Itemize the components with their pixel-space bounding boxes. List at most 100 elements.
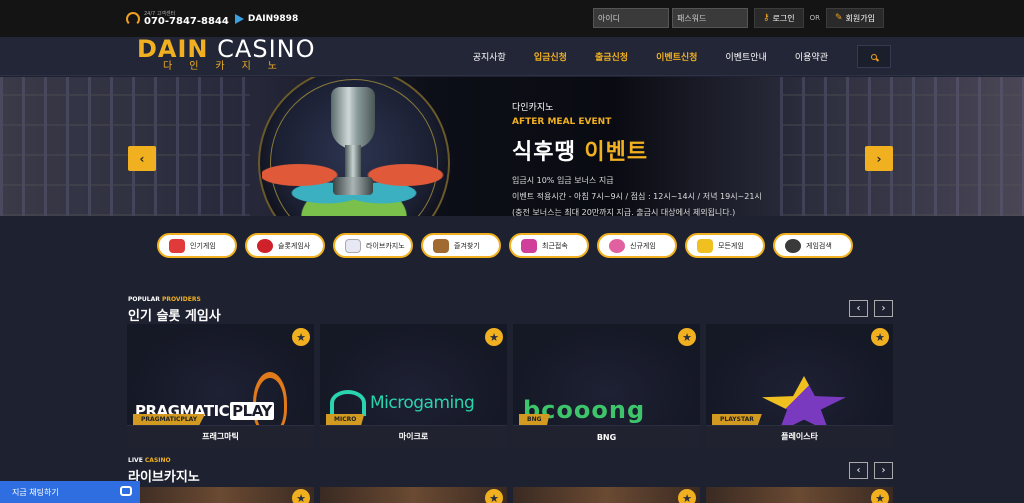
banner-prev-button[interactable]: ‹: [128, 146, 156, 171]
live-cards: ★ ★ ★ ★: [127, 487, 893, 503]
favorite-star-icon[interactable]: ★: [485, 328, 503, 346]
telegram-id: DAIN9898: [247, 14, 299, 24]
category-bar: 인기게임 슬롯게임사 라이브카지노 즐겨찾기 최근접속 신규게임 모든게임 게임…: [157, 233, 853, 258]
live-card[interactable]: ★: [706, 487, 893, 503]
slot-machines-right: [780, 77, 1024, 216]
favorite-star-icon[interactable]: ★: [871, 489, 889, 503]
providers-small-b: PROVIDERS: [161, 296, 201, 303]
favorite-star-icon[interactable]: ★: [678, 328, 696, 346]
provider-card-playstar[interactable]: ★ PLAYSTAR 플레이스타: [706, 324, 893, 449]
telegram-icon: [234, 14, 244, 24]
banner-title: 식후땡 이벤트: [512, 134, 762, 166]
live-arrows: ‹ ›: [849, 462, 893, 479]
phone-number: 070-7847-8844: [144, 15, 229, 27]
search-button[interactable]: [857, 45, 891, 68]
banner-event-name: AFTER MEAL EVENT: [512, 117, 612, 127]
menu-notice[interactable]: 공지사항: [473, 50, 506, 63]
category-recent[interactable]: 최근접속: [509, 233, 589, 258]
providers-heading: POPULAR PROVIDERS 인기 슬롯 게임사: [128, 296, 221, 324]
search-icon: [871, 53, 877, 60]
clock-icon: [521, 238, 537, 253]
main-nav: DAIN CASINO 다인카지노 공지사항 입금신청 출금신청 이벤트신청 이…: [0, 37, 1024, 76]
chat-label: 지금 채팅하기: [12, 487, 59, 497]
live-small-b: CASINO: [144, 457, 171, 464]
logo-subtitle: 다인카지노: [163, 61, 294, 72]
menu-event-info[interactable]: 이벤트안내: [725, 50, 766, 63]
category-live-casino[interactable]: 라이브카지노: [333, 233, 413, 258]
category-slot-providers[interactable]: 슬롯게임사: [245, 233, 325, 258]
category-popular[interactable]: 인기게임: [157, 233, 237, 258]
category-new[interactable]: 신규게임: [597, 233, 677, 258]
microgaming-m-icon: [330, 390, 366, 416]
provider-name: BNG: [596, 433, 617, 442]
live-next-button[interactable]: ›: [874, 462, 893, 479]
chat-bubble-icon: [120, 486, 132, 496]
banner-brand: 다인카지노: [512, 103, 554, 113]
provider-card-pragmatic[interactable]: PRAGMATIC PLAY ★ PRAGMATICPLAY 프래그마틱: [127, 324, 314, 449]
provider-tag: PLAYSTAR: [712, 414, 762, 425]
providers-title: 인기 슬롯 게임사: [128, 309, 221, 324]
favorite-star-icon[interactable]: ★: [485, 489, 503, 503]
favorite-star-icon[interactable]: ★: [292, 489, 310, 503]
menu-deposit[interactable]: 입금신청: [534, 50, 567, 63]
chat-widget[interactable]: 지금 채팅하기: [0, 481, 140, 503]
live-card[interactable]: ★: [513, 487, 700, 503]
menu-event-apply[interactable]: 이벤트신청: [656, 50, 697, 63]
password-input[interactable]: [671, 8, 748, 28]
book-icon: [433, 238, 449, 253]
top-bar: 24/7 고객센터 070-7847-8844 DAIN9898 ⚷ 로그인 O…: [0, 0, 1024, 37]
category-favorites[interactable]: 즐겨찾기: [421, 233, 501, 258]
login-form: ⚷ 로그인 OR ✎ 회원가입: [592, 8, 884, 28]
hot-icon: [169, 238, 185, 253]
cherry-icon: [257, 238, 273, 253]
banner-line-3: (충전 보너스는 최대 20만까지 지급. 출금시 대상에서 제외됩니다.): [512, 208, 736, 217]
provider-name: 플레이스타: [781, 432, 818, 441]
providers-prev-button[interactable]: ‹: [849, 300, 868, 317]
banner-text: 다인카지노 AFTER MEAL EVENT 식후땡 이벤트 입금시 10% 입…: [512, 100, 762, 218]
provider-name: 마이크로: [398, 432, 429, 441]
favorite-star-icon[interactable]: ★: [292, 328, 310, 346]
headset-icon: [126, 12, 140, 26]
slot-machines-left: [0, 77, 250, 216]
live-card[interactable]: ★: [320, 487, 507, 503]
magnifier-icon: [785, 238, 801, 253]
live-prev-button[interactable]: ‹: [849, 462, 868, 479]
contact-info: 24/7 고객센터 070-7847-8844 DAIN9898: [126, 9, 298, 29]
providers-small-a: POPULAR: [128, 296, 160, 303]
logo[interactable]: DAIN CASINO 다인카지노: [137, 37, 316, 72]
banner-title-white: 식후땡: [512, 140, 576, 165]
live-small-a: LIVE: [128, 457, 143, 464]
provider-tag: BNG: [519, 414, 550, 425]
banner-line-1: 입금시 10% 입금 보너스 지급: [512, 176, 614, 185]
provider-name: 프래그마틱: [202, 432, 239, 441]
menu: 공지사항 입금신청 출금신청 이벤트신청 이벤트안내 이용약관: [445, 50, 828, 63]
banner-next-button[interactable]: ›: [865, 146, 893, 171]
pen-icon: ✎: [835, 13, 843, 23]
provider-cards: PRAGMATIC PLAY ★ PRAGMATICPLAY 프래그마틱 Micr…: [127, 324, 893, 449]
candy-icon: [609, 238, 625, 253]
provider-card-bng[interactable]: bcooong ★ BNG BNG: [513, 324, 700, 449]
category-all[interactable]: 모든게임: [685, 233, 765, 258]
or-divider: OR: [809, 14, 820, 22]
favorite-star-icon[interactable]: ★: [678, 489, 696, 503]
logo-dain: DAIN: [137, 35, 209, 63]
login-button[interactable]: ⚷ 로그인: [753, 8, 804, 28]
logo-casino: CASINO: [217, 35, 316, 63]
provider-card-micro[interactable]: Microgaming ★ MICRO 마이크로: [320, 324, 507, 449]
category-search[interactable]: 게임검색: [773, 233, 853, 258]
signup-label: 회원가입: [845, 13, 875, 23]
live-card[interactable]: ★: [127, 487, 314, 503]
menu-terms[interactable]: 이용약관: [795, 50, 828, 63]
microgaming-logo: Microgaming: [330, 390, 475, 416]
signup-button[interactable]: ✎ 회원가입: [826, 8, 884, 28]
gamepad-icon: [697, 238, 713, 253]
trophy-image: [323, 87, 383, 207]
provider-tag: MICRO: [326, 414, 365, 425]
menu-withdraw[interactable]: 출금신청: [595, 50, 628, 63]
provider-tag: PRAGMATICPLAY: [133, 414, 206, 425]
id-input[interactable]: [592, 8, 669, 28]
providers-arrows: ‹ ›: [849, 300, 893, 317]
favorite-star-icon[interactable]: ★: [871, 328, 889, 346]
providers-next-button[interactable]: ›: [874, 300, 893, 317]
dice-icon: [345, 238, 361, 253]
